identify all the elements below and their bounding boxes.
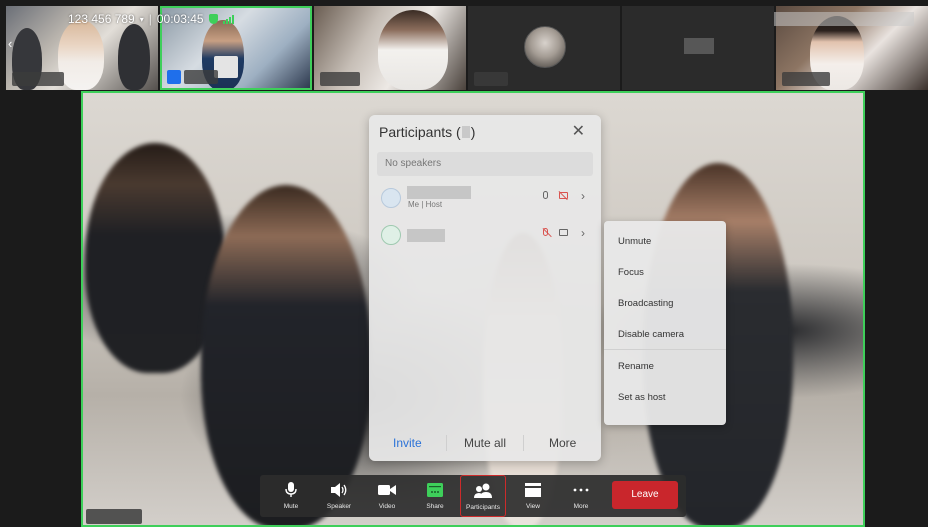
menu-item-broadcasting[interactable]: Broadcasting — [618, 298, 673, 309]
camera-off-icon[interactable] — [558, 190, 568, 202]
more-dots-icon — [558, 482, 604, 498]
participant-figure — [118, 24, 150, 90]
meeting-window: ‹ 123 456 789 ▾ | 00:03:45 Participants … — [0, 0, 928, 527]
separator: | — [148, 12, 152, 26]
mute-all-button[interactable]: Mute all — [447, 436, 524, 450]
participant-name — [407, 186, 471, 199]
more-label: More — [573, 503, 589, 510]
panel-footer: Invite Mute all More — [369, 425, 601, 461]
participant-figure — [58, 20, 104, 90]
participants-label: Participants — [466, 504, 500, 511]
chevron-left-icon[interactable]: ‹ — [8, 36, 12, 51]
meeting-info[interactable]: 123 456 789 ▾ | 00:03:45 — [68, 12, 234, 26]
meeting-toolbar: Mute Speaker Video Share Participants Vi… — [260, 475, 686, 517]
thumbnail-3[interactable] — [314, 6, 467, 90]
view-label: View — [526, 503, 540, 510]
microphone-icon — [268, 482, 314, 498]
signal-icon — [222, 14, 234, 24]
speakers-bar: No speakers — [377, 152, 593, 176]
menu-item-focus[interactable]: Focus — [618, 267, 644, 278]
thumbnail-5[interactable] — [622, 6, 774, 90]
mic-muted-icon[interactable] — [542, 227, 552, 239]
avatar — [524, 26, 567, 68]
invite-button[interactable]: Invite — [369, 436, 446, 450]
mute-button[interactable]: Mute — [268, 475, 314, 517]
avatar — [381, 225, 401, 245]
redacted-banner — [774, 12, 914, 26]
chevron-down-icon[interactable]: ▾ — [140, 15, 144, 24]
video-label: Video — [378, 503, 396, 510]
close-icon[interactable]: ✕ — [572, 121, 585, 141]
divider — [604, 349, 726, 350]
name-label — [474, 72, 509, 86]
avatar — [381, 188, 401, 208]
participants-button[interactable]: Participants — [460, 475, 506, 517]
video-button[interactable]: Video — [364, 475, 410, 517]
panel-title-text: Participants ( — [379, 124, 461, 140]
participants-panel: Participants ( ) ✕ No speakers Me | Host… — [369, 115, 601, 461]
video-camera-icon — [364, 482, 410, 498]
shield-icon — [208, 14, 218, 24]
more-button[interactable]: More — [524, 436, 601, 450]
participant-context-menu: Unmute Focus Broadcasting Disable camera… — [604, 221, 726, 425]
panel-title-close-paren: ) — [470, 124, 476, 140]
leave-button[interactable]: Leave — [612, 481, 678, 509]
view-layout-icon — [510, 482, 556, 498]
panel-title: Participants ( ) — [379, 124, 475, 140]
name-label — [86, 509, 142, 524]
share-label: Share — [426, 503, 444, 510]
camera-icon[interactable] — [559, 228, 568, 239]
mic-icon[interactable] — [543, 191, 548, 202]
chevron-right-icon[interactable]: › — [581, 189, 585, 203]
share-screen-icon — [412, 482, 458, 498]
speaker-icon — [316, 482, 362, 498]
thumbnail-4[interactable] — [468, 6, 620, 90]
meeting-duration: 00:03:45 — [156, 12, 204, 26]
view-button[interactable]: View — [510, 475, 556, 517]
speaker-button[interactable]: Speaker — [316, 475, 362, 517]
participant-role: Me | Host — [408, 200, 443, 209]
share-button[interactable]: Share — [412, 475, 458, 517]
mute-label: Mute — [283, 503, 299, 510]
name-label — [781, 72, 830, 86]
menu-item-disable-camera[interactable]: Disable camera — [618, 329, 684, 340]
more-button[interactable]: More — [558, 475, 604, 517]
participant-row[interactable]: Me | Host › — [381, 184, 593, 214]
name-label — [12, 72, 64, 86]
video-off-placeholder — [684, 38, 714, 54]
menu-item-set-as-host[interactable]: Set as host — [618, 392, 666, 403]
menu-item-unmute[interactable]: Unmute — [618, 236, 651, 247]
name-label — [320, 72, 361, 86]
menu-item-rename[interactable]: Rename — [618, 361, 654, 372]
participant-figure — [378, 10, 449, 90]
participant-row[interactable]: › — [381, 221, 593, 251]
participant-name — [407, 229, 445, 242]
name-label — [183, 70, 218, 84]
chevron-right-icon[interactable]: › — [581, 226, 585, 240]
host-badge-icon — [166, 70, 181, 84]
participants-icon — [461, 483, 505, 499]
meeting-id: 123 456 789 — [68, 12, 135, 26]
speaker-label: Speaker — [326, 503, 352, 510]
participant-count — [461, 126, 470, 138]
